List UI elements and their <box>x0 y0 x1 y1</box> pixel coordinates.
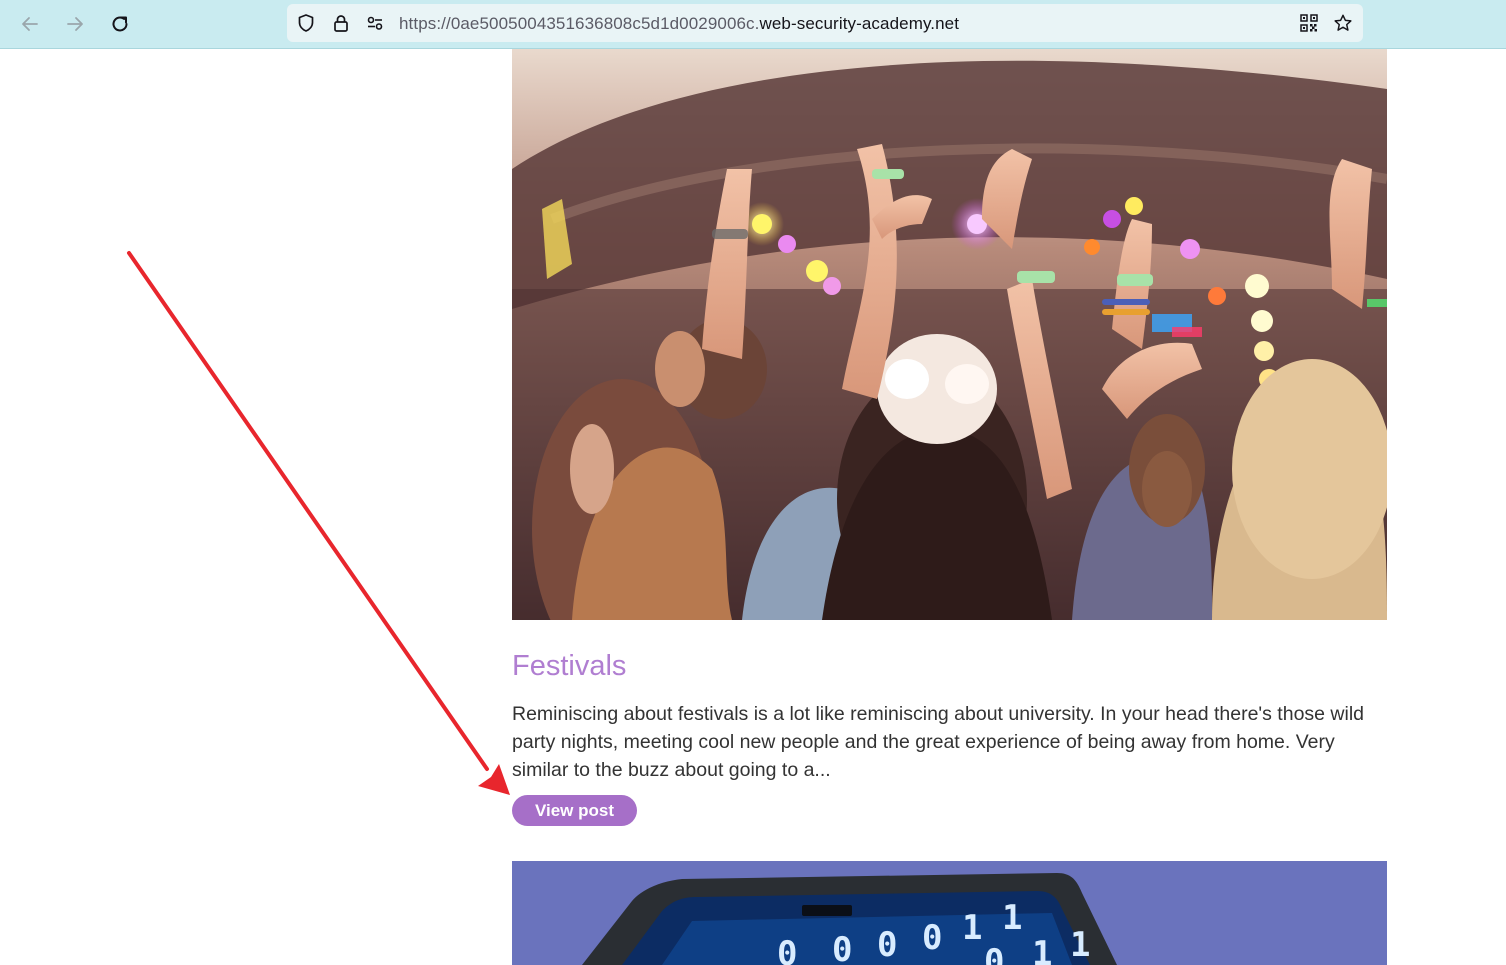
binary-glyph: 0 <box>777 934 797 965</box>
permissions-icon <box>367 16 383 30</box>
binary-glyph: 1 <box>962 908 982 948</box>
back-button[interactable] <box>14 8 46 40</box>
lock-icon <box>334 15 348 32</box>
festival-crowd-photo <box>512 49 1387 620</box>
binary-glyph: 1 <box>1070 925 1090 965</box>
post-image[interactable] <box>512 49 1387 620</box>
page-content: Festivals Reminiscing about festivals is… <box>0 49 1506 965</box>
binary-glyph: 0 <box>984 942 1004 965</box>
next-post-image[interactable]: 0 0 0 0 1 1 0 1 1 <box>512 861 1387 965</box>
site-info-button[interactable] <box>331 13 351 33</box>
binary-glyph: 0 <box>877 925 897 965</box>
reload-button[interactable] <box>104 8 136 40</box>
url-text[interactable]: https://0ae5005004351636808c5d1d0029006c… <box>399 14 959 34</box>
binary-glyph: 1 <box>1032 934 1052 965</box>
post-title: Festivals <box>512 650 627 682</box>
star-icon <box>1334 14 1352 31</box>
url-prefix: https://0ae5005004351636808c5d1d0029006c… <box>399 14 760 33</box>
url-domain: web-security-academy.net <box>759 14 960 33</box>
browser-toolbar: https://0ae5005004351636808c5d1d0029006c… <box>0 0 1506 49</box>
forward-arrow-icon <box>67 17 83 31</box>
laptop-binary-photo: 0 0 0 0 1 1 0 1 1 <box>512 861 1387 965</box>
tracking-protection-button[interactable] <box>296 13 316 33</box>
shield-icon <box>298 14 314 32</box>
post-summary: Reminiscing about festivals is a lot lik… <box>512 703 1365 781</box>
view-post-button[interactable]: View post <box>512 795 637 826</box>
binary-glyph: 0 <box>922 918 942 958</box>
permissions-button[interactable] <box>365 13 385 33</box>
qr-code-icon <box>1300 14 1318 32</box>
back-arrow-icon <box>22 17 38 31</box>
binary-glyph: 1 <box>1002 898 1022 938</box>
binary-glyph: 0 <box>832 930 852 965</box>
reload-icon <box>112 16 128 32</box>
address-bar[interactable]: https://0ae5005004351636808c5d1d0029006c… <box>287 4 1363 42</box>
qr-code-button[interactable] <box>1299 13 1319 33</box>
bookmark-button[interactable] <box>1333 13 1353 33</box>
forward-button[interactable] <box>59 8 91 40</box>
